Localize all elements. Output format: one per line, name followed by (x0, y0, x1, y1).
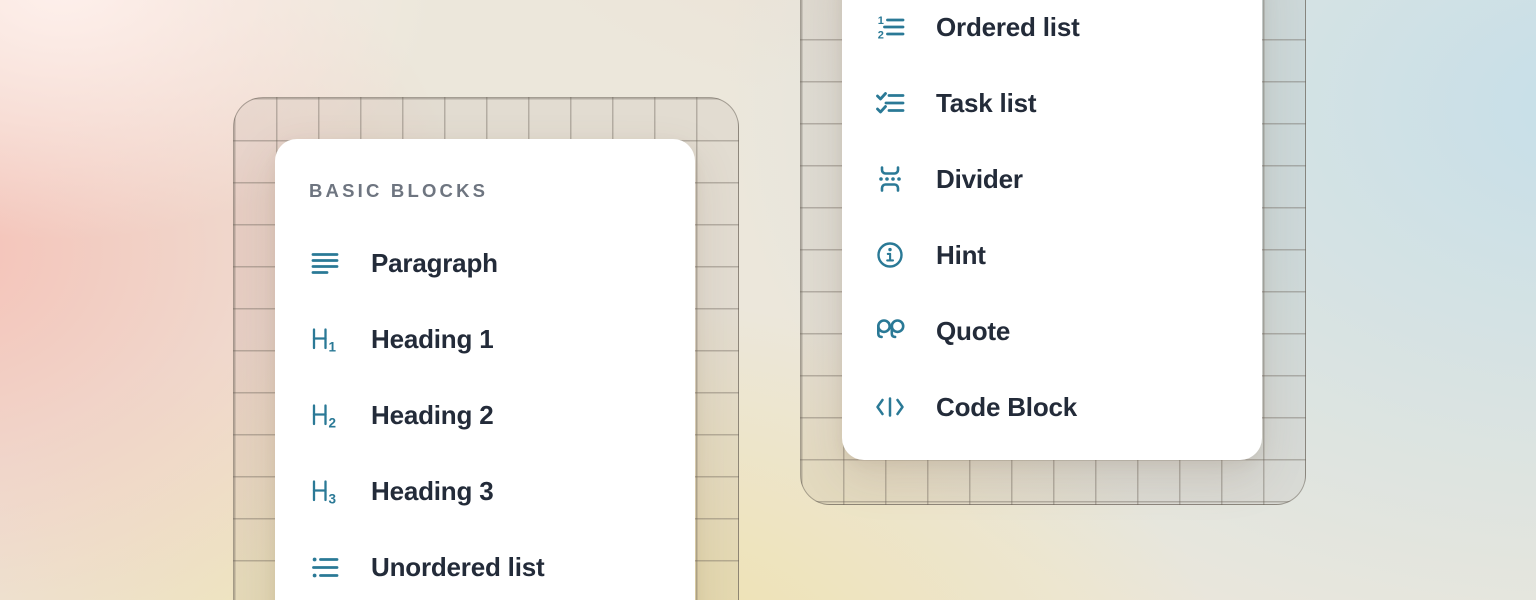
menu-item-label: Heading 3 (371, 476, 493, 507)
menu-item-label: Unordered list (371, 552, 544, 583)
menu-item-code-block[interactable]: Code Block (874, 369, 1230, 445)
menu-item-heading-3[interactable]: 3 Heading 3 (309, 453, 661, 529)
menu-item-heading-2[interactable]: 2 Heading 2 (309, 377, 661, 453)
divider-icon (874, 163, 906, 195)
unordered-list-icon (309, 551, 341, 583)
heading-3-icon: 3 (309, 475, 341, 507)
basic-blocks-items: Paragraph 1 Heading 1 2 Heading 2 3 Head… (309, 225, 661, 600)
menu-item-label: Task list (936, 88, 1036, 119)
menu-item-task-list[interactable]: Task list (874, 65, 1230, 141)
basic-blocks-menu: BASIC BLOCKS Paragraph 1 Heading 1 2 Hea… (275, 139, 695, 600)
menu-item-hint[interactable]: Hint (874, 217, 1230, 293)
task-list-icon (874, 87, 906, 119)
menu-item-label: Ordered list (936, 12, 1080, 43)
menu-item-quote[interactable]: Quote (874, 293, 1230, 369)
menu-item-label: Paragraph (371, 248, 498, 279)
insert-blocks-items: 1 2 Ordered list Task list Divider Hint … (874, 0, 1230, 445)
paragraph-icon (309, 247, 341, 279)
svg-text:1: 1 (329, 340, 337, 355)
menu-item-heading-1[interactable]: 1 Heading 1 (309, 301, 661, 377)
menu-item-ordered-list[interactable]: 1 2 Ordered list (874, 0, 1230, 65)
menu-item-label: Heading 1 (371, 324, 493, 355)
insert-blocks-menu: 1 2 Ordered list Task list Divider Hint … (842, 0, 1262, 460)
heading-2-icon: 2 (309, 399, 341, 431)
svg-text:1: 1 (878, 15, 884, 27)
menu-item-label: Code Block (936, 392, 1077, 423)
menu-item-paragraph[interactable]: Paragraph (309, 225, 661, 301)
menu-item-label: Heading 2 (371, 400, 493, 431)
svg-text:2: 2 (329, 416, 337, 431)
section-label-basic-blocks: BASIC BLOCKS (309, 179, 661, 203)
svg-text:2: 2 (878, 30, 884, 42)
menu-item-label: Quote (936, 316, 1010, 347)
ordered-list-icon: 1 2 (874, 11, 906, 43)
menu-item-unordered-list[interactable]: Unordered list (309, 529, 661, 600)
heading-1-icon: 1 (309, 323, 341, 355)
svg-text:3: 3 (329, 492, 337, 507)
hint-icon (874, 239, 906, 271)
menu-item-label: Divider (936, 164, 1023, 195)
menu-item-divider[interactable]: Divider (874, 141, 1230, 217)
canvas: BASIC BLOCKS Paragraph 1 Heading 1 2 Hea… (0, 0, 1536, 600)
quote-icon (874, 315, 906, 347)
code-block-icon (874, 391, 906, 423)
menu-item-label: Hint (936, 240, 986, 271)
